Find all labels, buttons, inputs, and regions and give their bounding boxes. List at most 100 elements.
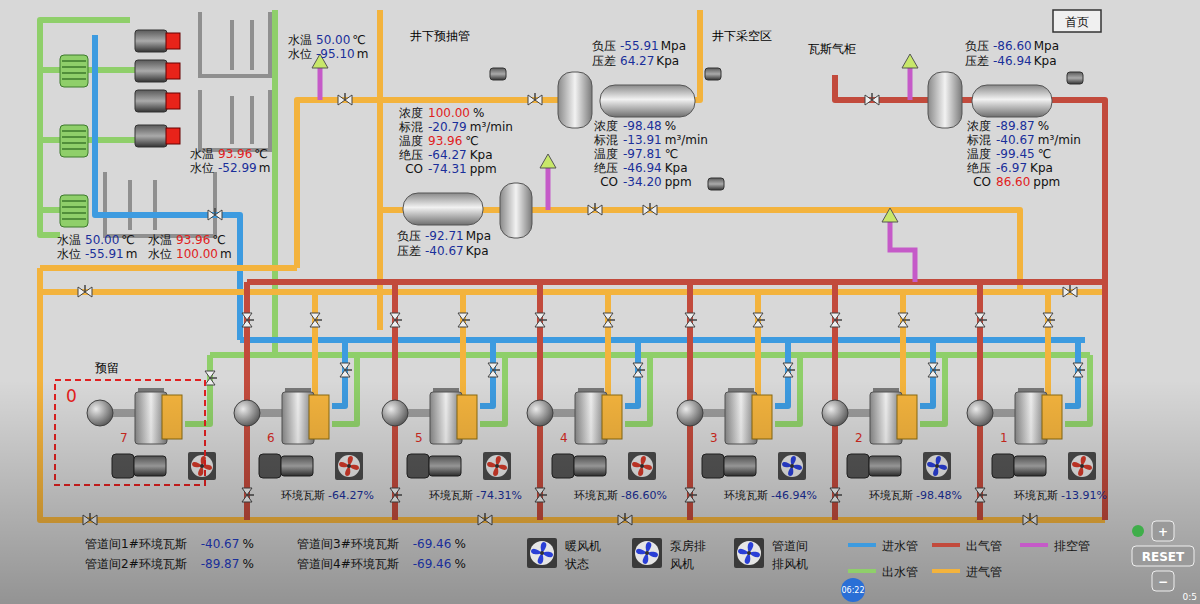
tank-reading: 水温93.96℃水位-52.99m [190,147,270,175]
legend-swatch [932,569,960,573]
pipe [40,20,130,235]
legend-swatch [932,543,960,547]
svg-text:100.00%: 100.00% [428,106,484,120]
home-button[interactable]: 首页 [1053,10,1101,32]
pump-motor [135,125,180,147]
svg-text:出气管: 出气管 [966,539,1002,553]
area-label: 井下预抽管 [410,29,470,43]
player-shade [0,380,1200,604]
scada-screen: 76环境瓦斯-64.27%5环境瓦斯-74.31%4环境瓦斯-86.60%3环境… [0,0,1200,604]
fan-status-label: 状态 [564,557,589,571]
status-dot [1132,525,1144,537]
pipe [240,337,1085,343]
legend-item: 进气管 [932,565,1002,579]
reserved-badge: 0 [66,386,77,406]
sensor-line: CO-74.31ppm [405,162,496,176]
valve-icon[interactable] [830,313,842,327]
valve-icon[interactable] [588,203,602,215]
pump-group-reading: 负压-55.91Mpa压差64.27Kpa [592,39,686,68]
sensor-line: 浓度 -89.87% [967,119,1049,133]
player-clock[interactable]: 06:22 [841,578,865,602]
valve-icon[interactable] [458,313,470,327]
motor-icon [708,178,724,190]
pipe [40,265,297,271]
pipe [272,10,278,355]
svg-text:-89.87%: -89.87% [996,119,1049,133]
valve-icon[interactable] [753,313,765,327]
motor-status-icon [166,93,180,109]
fan-icon [527,538,557,568]
valve-icon[interactable] [1043,313,1055,327]
fan-status: 泵房排风机 [632,538,706,571]
valve-icon[interactable] [928,363,940,377]
valve-icon[interactable] [783,363,795,377]
fan-status: 管道间排风机 [734,538,808,571]
pump-motor [135,30,180,52]
valve-icon[interactable] [898,313,910,327]
svg-text:CO: CO [600,175,618,189]
valve-icon[interactable] [603,313,615,327]
reading-line: 水位100.00m [148,247,232,261]
svg-text:浓度: 浓度 [594,119,618,133]
valve-icon[interactable] [488,363,500,377]
buffer-tank [600,85,695,117]
svg-text:-97.81℃: -97.81℃ [623,147,678,161]
valve-icon[interactable] [643,203,657,215]
valve-icon[interactable] [535,313,547,327]
water-pump [60,195,88,227]
control-button[interactable]: RESET [1132,546,1194,566]
motor-status-icon [166,33,180,49]
valve-icon[interactable] [208,208,222,220]
control-button[interactable]: + [1152,521,1174,541]
valve-icon[interactable] [78,285,92,297]
sensor-block: 浓度-89.87%标混-40.67m³/min温度-99.45℃绝压-6.97K… [966,119,1081,189]
valve-icon[interactable] [685,313,697,327]
fan-status-label: 暖风机 [565,539,601,553]
svg-text:出水管: 出水管 [882,565,918,579]
gallery-gas-reading: 管道间3#环境瓦斯-69.46% [297,537,466,551]
valve-icon[interactable] [242,313,254,327]
pump-group-reading: 负压-92.71Mpa压差-40.67Kpa [397,229,491,258]
svg-text:浓度: 浓度 [399,106,423,120]
sensor-line: 绝压-46.94Kpa [594,161,688,175]
legend-item: 出气管 [932,539,1002,553]
valve-icon[interactable] [1063,285,1077,297]
sensor-line: 标混-20.79m³/min [398,120,513,134]
svg-text:06:22: 06:22 [841,586,864,595]
reading-line: 压差64.27Kpa [592,54,679,68]
valve-icon[interactable] [390,313,402,327]
valve-icon[interactable] [338,93,352,105]
area-label: 瓦斯气柜 [808,42,856,56]
sensor-line: CO86.60ppm [973,175,1060,189]
motor-status-icon [166,63,180,79]
valve-icon[interactable] [975,313,987,327]
valve-icon[interactable] [528,93,542,105]
water-pump [60,125,88,157]
pipe [312,292,318,395]
vent-cap-icon [902,54,918,68]
svg-text:-20.79m³/min: -20.79m³/min [428,120,513,134]
sensor-block: 浓度-98.48%标混-13.91m³/min温度-97.81℃绝压-46.94… [593,119,708,189]
sensor-line: CO-34.20ppm [600,175,691,189]
valve-icon[interactable] [865,93,879,105]
pipe [460,292,466,395]
valve-icon[interactable] [340,363,352,377]
control-button[interactable]: − [1152,571,1174,591]
legend-item: 排空管 [1020,539,1090,553]
sensor-line: 温度-97.81℃ [594,147,678,161]
pump-motor [135,60,180,82]
valve-icon[interactable] [310,313,322,327]
valve-icon[interactable] [633,363,645,377]
gallery-gas-reading: 管道间1#环境瓦斯-40.67% [85,537,254,551]
svg-text:-74.31ppm: -74.31ppm [428,162,497,176]
svg-text:86.60ppm: 86.60ppm [996,175,1060,189]
reading-line: 水位-95.10m [288,47,368,61]
cooling-tank [200,90,270,150]
legend-swatch [1020,543,1048,547]
valve-icon[interactable] [1073,363,1085,377]
svg-text:浓度: 浓度 [967,119,991,133]
reading-line: 负压-92.71Mpa [397,229,491,243]
svg-text:标混: 标混 [966,133,991,147]
motor-icon [490,68,506,80]
pipe [755,292,761,395]
